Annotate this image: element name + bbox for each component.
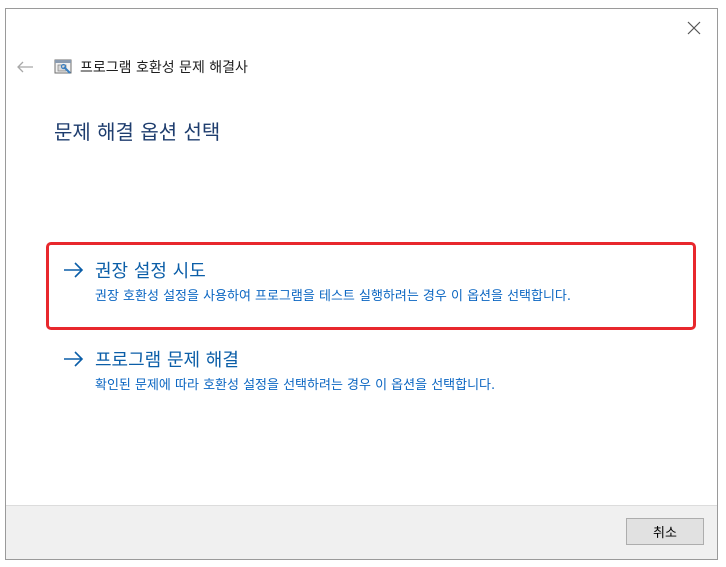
footer-bar: 취소 bbox=[6, 505, 717, 559]
close-button[interactable] bbox=[679, 15, 709, 41]
arrow-right-icon bbox=[64, 262, 84, 278]
option-title: 권장 설정 시도 bbox=[95, 261, 206, 282]
option-title: 프로그램 문제 해결 bbox=[95, 350, 239, 371]
option-description: 확인된 문제에 따라 호환성 설정을 선택하려는 경우 이 옵션을 선택합니다. bbox=[95, 378, 496, 393]
back-arrow-icon bbox=[17, 61, 33, 73]
window-header: 프로그램 호환성 문제 해결사 bbox=[14, 56, 248, 78]
option-description: 권장 호환성 설정을 사용하여 프로그램을 테스트 실행하려는 경우 이 옵션을… bbox=[95, 289, 572, 304]
cancel-button[interactable]: 취소 bbox=[626, 518, 704, 545]
page-heading: 문제 해결 옵션 선택 bbox=[54, 120, 221, 144]
option-try-recommended-settings[interactable]: 권장 설정 시도 권장 호환성 설정을 사용하여 프로그램을 테스트 실행하려는… bbox=[46, 242, 696, 330]
window-title: 프로그램 호환성 문제 해결사 bbox=[80, 60, 248, 76]
compatibility-troubleshooter-icon bbox=[54, 59, 72, 74]
close-icon bbox=[687, 21, 701, 35]
back-button[interactable] bbox=[14, 56, 36, 78]
arrow-right-icon bbox=[64, 351, 84, 367]
option-troubleshoot-program[interactable]: 프로그램 문제 해결 확인된 문제에 따라 호환성 설정을 선택하려는 경우 이… bbox=[46, 334, 696, 404]
troubleshooter-window: 프로그램 호환성 문제 해결사 문제 해결 옵션 선택 권장 설정 시도 권장 … bbox=[5, 8, 718, 560]
